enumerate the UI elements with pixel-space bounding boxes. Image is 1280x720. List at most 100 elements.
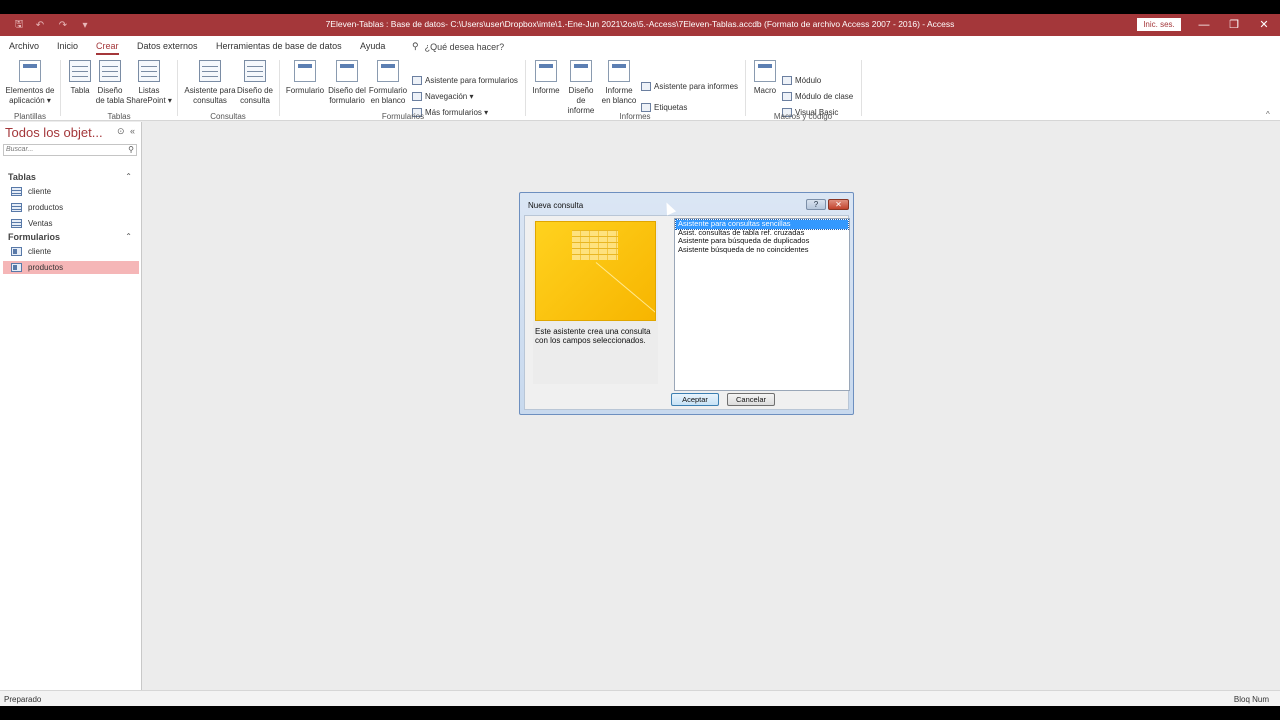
- ribbon-tabs: Archivo Inicio Crear Datos externos Herr…: [0, 36, 1280, 56]
- tab-archivo[interactable]: Archivo: [9, 41, 39, 51]
- query-wizard-button[interactable]: Asistente para consultas: [182, 60, 238, 106]
- nav-pane-title[interactable]: Todos los objet...: [5, 125, 103, 140]
- ok-button[interactable]: Aceptar: [671, 393, 719, 406]
- tell-me-search[interactable]: ⚲ ¿Qué desea hacer?: [412, 41, 504, 52]
- table-design-button[interactable]: Diseño de tabla: [95, 60, 125, 106]
- search-icon: ⚲: [412, 41, 419, 51]
- group-consultas: Consultas: [210, 112, 246, 121]
- collapse-section-icon[interactable]: ⌃: [125, 232, 132, 241]
- form-label: Formulario: [285, 86, 325, 95]
- sign-in-button[interactable]: Inic. ses.: [1137, 18, 1181, 31]
- sharepoint-lists-icon: [138, 60, 160, 82]
- form-design-label-2: formulario: [329, 96, 365, 105]
- separator: [745, 60, 746, 116]
- nav-search-placeholder: Buscar...: [6, 146, 34, 153]
- nav-menu-icon[interactable]: ⊙: [117, 126, 125, 137]
- cancel-button[interactable]: Cancelar: [727, 393, 775, 406]
- module-button[interactable]: Módulo: [782, 76, 821, 85]
- access-window: 🖫 ↶ ↷ ▾ 7Eleven-Tablas : Base de datos- …: [0, 14, 1280, 706]
- table-button[interactable]: Tabla: [66, 60, 94, 96]
- labels-icon: [641, 103, 651, 112]
- tab-ayuda[interactable]: Ayuda: [360, 41, 385, 51]
- app-parts-button[interactable]: Elementos de aplicación ▾: [4, 60, 56, 106]
- separator: [525, 60, 526, 116]
- report-design-label: Diseño de: [568, 86, 594, 105]
- nav-item-label: Ventas: [28, 219, 53, 228]
- class-module-label: Módulo de clase: [795, 92, 854, 101]
- blank-form-icon: [377, 60, 399, 82]
- labels-label: Etiquetas: [654, 103, 688, 112]
- tab-inicio[interactable]: Inicio: [57, 41, 78, 51]
- query-design-label: Diseño de: [236, 86, 274, 95]
- minimize-button[interactable]: —: [1189, 16, 1219, 34]
- new-query-dialog: Nueva consulta ? ✕ Este asistente crea u…: [519, 192, 854, 415]
- dialog-title: Nueva consulta: [528, 201, 584, 210]
- report-design-icon: [570, 60, 592, 82]
- restore-button[interactable]: ❐: [1219, 16, 1249, 34]
- report-wizard-label: Asistente para informes: [654, 82, 739, 91]
- report-wizard-button[interactable]: Asistente para informes: [641, 82, 738, 91]
- num-lock-indicator: Bloq Num: [1233, 695, 1269, 704]
- tab-herramientas[interactable]: Herramientas de base de datos: [216, 41, 342, 51]
- tab-datos-externos[interactable]: Datos externos: [137, 41, 198, 51]
- form-button[interactable]: Formulario: [285, 60, 325, 96]
- nav-item-label: cliente: [28, 187, 52, 196]
- blank-report-label: Informe: [605, 86, 633, 95]
- report-label: Informe: [532, 86, 560, 95]
- wizard-preview: Este asistente crea una consulta con los…: [533, 221, 658, 384]
- form-design-button[interactable]: Diseño del formulario: [327, 60, 367, 106]
- labels-button[interactable]: Etiquetas: [641, 103, 687, 112]
- form-icon: [294, 60, 316, 82]
- shutter-bar-icon[interactable]: «: [130, 126, 135, 136]
- nav-item-table-cliente[interactable]: cliente: [3, 185, 139, 198]
- navigation-button[interactable]: Navegación ▾: [412, 92, 474, 101]
- form-icon: [11, 263, 22, 272]
- blank-report-button[interactable]: Informe en blanco: [601, 60, 637, 106]
- form-design-icon: [336, 60, 358, 82]
- report-button[interactable]: Informe: [531, 60, 561, 96]
- sharepoint-lists-button[interactable]: Listas SharePoint ▾: [126, 60, 172, 106]
- table-design-label: Diseño: [97, 86, 123, 95]
- nav-item-table-ventas[interactable]: Ventas: [3, 217, 139, 230]
- macro-button[interactable]: Macro: [752, 60, 778, 96]
- nav-section-tablas[interactable]: Tablas ⌃: [8, 172, 136, 182]
- nav-item-label: productos: [28, 263, 64, 272]
- group-macros: Macros y código: [773, 112, 833, 121]
- blank-form-button[interactable]: Formulario en blanco: [367, 60, 409, 106]
- app-parts-label-2: aplicación ▾: [9, 96, 51, 105]
- table-design-label-2: de tabla: [95, 96, 125, 105]
- collapse-section-icon[interactable]: ⌃: [125, 172, 132, 181]
- form-wizard-button[interactable]: Asistente para formularios: [412, 76, 518, 85]
- list-item[interactable]: Asistente búsqueda de no coincidentes: [676, 245, 848, 255]
- nav-item-table-productos[interactable]: productos: [3, 201, 139, 214]
- nav-item-label: productos: [28, 203, 64, 212]
- query-design-button[interactable]: Diseño de consulta: [236, 60, 274, 106]
- table-label: Tabla: [70, 86, 90, 95]
- table-icon: [11, 187, 22, 196]
- search-icon[interactable]: ⚲: [128, 145, 134, 155]
- table-icon: [11, 203, 22, 212]
- nav-item-form-productos[interactable]: productos: [3, 261, 139, 274]
- nav-item-form-cliente[interactable]: cliente: [3, 245, 139, 258]
- class-module-button[interactable]: Módulo de clase: [782, 92, 853, 101]
- report-design-button[interactable]: Diseño de informe: [563, 60, 599, 116]
- blank-form-label: Formulario: [368, 86, 408, 95]
- tab-crear[interactable]: Crear: [96, 41, 119, 55]
- wizard-options-list[interactable]: Asistente para consultas sencillas Asist…: [674, 218, 850, 391]
- form-wizard-label: Asistente para formularios: [425, 76, 518, 85]
- section-label: Formularios: [8, 232, 61, 242]
- nav-section-formularios[interactable]: Formularios ⌃: [8, 232, 136, 242]
- navigation-icon: [412, 92, 422, 101]
- collapse-ribbon-icon[interactable]: ^: [1266, 110, 1270, 119]
- help-button[interactable]: ?: [806, 199, 826, 210]
- dialog-close-button[interactable]: ✕: [828, 199, 849, 210]
- form-icon: [11, 247, 22, 256]
- navigation-pane: Todos los objet... ⊙ « Buscar... ⚲ Tabla…: [0, 122, 142, 690]
- dialog-body: Este asistente crea una consulta con los…: [524, 215, 850, 410]
- form-wizard-icon: [412, 76, 422, 85]
- wizard-illustration: [535, 221, 656, 321]
- close-button[interactable]: ✕: [1249, 16, 1279, 34]
- table-icon: [11, 219, 22, 228]
- status-text: Preparado: [4, 695, 42, 704]
- nav-search-input[interactable]: Buscar... ⚲: [3, 144, 137, 156]
